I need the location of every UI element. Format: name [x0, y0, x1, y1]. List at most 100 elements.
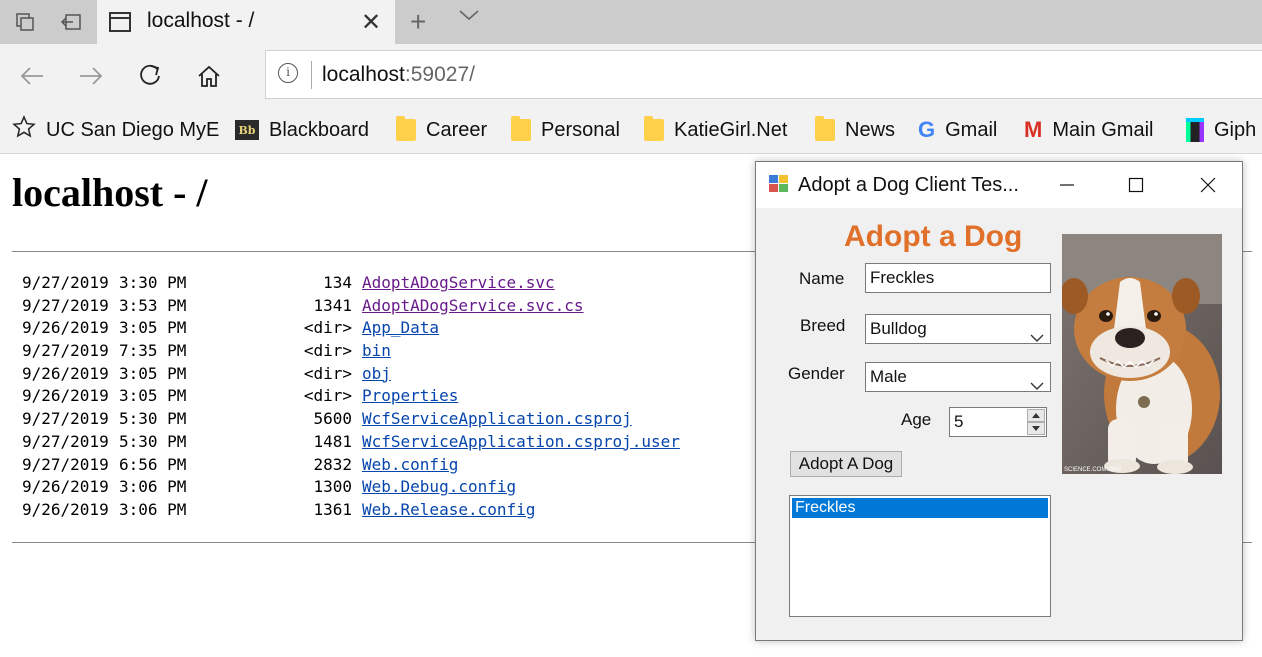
favorite-news[interactable]: News [815, 116, 895, 143]
navigation-toolbar: i localhost:59027/ [0, 44, 1262, 108]
minimize-icon[interactable] [1052, 170, 1082, 200]
list-item: 9/26/2019 3:06 PM 1300 Web.Debug.config [22, 477, 680, 500]
chevron-down-icon[interactable] [1030, 372, 1044, 391]
set-aside-tabs-icon[interactable] [55, 6, 87, 38]
photo-caption: SCIENCE.COM.ORG [1064, 467, 1122, 473]
favorite-career[interactable]: Career [396, 116, 487, 143]
favorite-main-gmail[interactable]: M Main Gmail [1024, 117, 1153, 143]
address-url[interactable]: localhost:59027/ [322, 63, 475, 87]
file-size: <dir> [303, 386, 352, 406]
age-spinner [1027, 409, 1045, 435]
file-size: 1361 [313, 499, 352, 519]
file-link[interactable]: bin [362, 341, 391, 360]
file-link[interactable]: App_Data [362, 318, 439, 337]
gender-dropdown[interactable]: Male [865, 362, 1051, 392]
file-size: 134 [323, 273, 352, 292]
file-date: 9/26/2019 [22, 499, 109, 519]
folder-icon [644, 116, 664, 141]
gmail-icon: M [1024, 117, 1043, 142]
file-time: 3:06 PM [119, 499, 187, 519]
new-tab-icon[interactable]: + [410, 6, 426, 38]
adopt-dog-window: Adopt a Dog Client Tes... Adopt a Dog Na… [755, 161, 1243, 641]
file-date: 9/27/2019 [22, 341, 109, 361]
file-size: <dir> [303, 363, 352, 383]
tab-localhost[interactable]: localhost - / ✕ [97, 0, 395, 44]
file-link[interactable]: AdoptADogService.svc.cs [362, 296, 584, 315]
file-date: 9/27/2019 [22, 454, 109, 474]
window-title-bar[interactable]: Adopt a Dog Client Tes... [756, 162, 1242, 208]
spin-down-icon[interactable] [1027, 422, 1045, 435]
file-time: 3:30 PM [119, 273, 187, 292]
file-date: 9/26/2019 [22, 477, 109, 497]
file-date: 9/26/2019 [22, 386, 109, 406]
file-link[interactable]: Web.config [362, 455, 458, 474]
file-link[interactable]: obj [362, 364, 391, 383]
list-item: 9/27/2019 6:56 PM 2832 Web.config [22, 455, 680, 478]
forward-icon[interactable] [73, 58, 109, 94]
list-item: 9/26/2019 3:05 PM <dir> obj [22, 364, 680, 387]
close-icon[interactable] [1193, 170, 1223, 200]
file-size: 1341 [313, 295, 352, 315]
favorite-blackboard[interactable]: Bb Blackboard [235, 117, 369, 143]
site-info-icon[interactable]: i [278, 63, 298, 83]
address-bar[interactable]: i localhost:59027/ [265, 50, 1262, 99]
breed-label: Breed [800, 316, 846, 335]
close-tab-icon[interactable]: ✕ [361, 8, 381, 37]
list-item[interactable]: Freckles [792, 498, 1048, 518]
list-item: 9/27/2019 5:30 PM 1481 WcfServiceApplicatio… [22, 432, 680, 455]
file-link[interactable]: Web.Debug.config [362, 477, 516, 496]
file-date: 9/26/2019 [22, 318, 109, 338]
file-date: 9/27/2019 [22, 431, 109, 451]
age-stepper[interactable]: 5 [949, 407, 1047, 437]
file-link[interactable]: WcfServiceApplication.csproj [362, 409, 632, 428]
address-divider [311, 61, 312, 89]
form-heading: Adopt a Dog [844, 220, 1023, 253]
home-icon[interactable] [191, 58, 227, 94]
file-link[interactable]: WcfServiceApplication.csproj.user [362, 432, 680, 451]
list-item: 9/26/2019 3:06 PM 1361 Web.Release.config [22, 500, 680, 523]
file-size: 1300 [313, 477, 352, 497]
favorite-uc-san-diego[interactable]: UC San Diego MyE [12, 115, 219, 145]
refresh-icon[interactable] [132, 58, 168, 94]
list-item: 9/27/2019 5:30 PM 5600 WcfServiceApplicatio… [22, 409, 680, 432]
file-time: 5:30 PM [119, 431, 187, 451]
file-link[interactable]: AdoptADogService.svc [362, 273, 555, 292]
file-time: 3:05 PM [119, 363, 187, 383]
file-time: 5:30 PM [119, 409, 187, 429]
google-icon: G [918, 117, 936, 142]
file-size: 1481 [313, 431, 352, 451]
favorite-gmail[interactable]: G Gmail [918, 117, 997, 143]
bulldog-photo: SCIENCE.COM.ORG [1062, 234, 1222, 474]
file-date: 9/27/2019 [22, 409, 109, 429]
file-time: 3:05 PM [119, 386, 187, 406]
spin-up-icon[interactable] [1027, 409, 1045, 422]
file-time: 6:56 PM [119, 454, 187, 474]
chevron-down-icon[interactable] [458, 8, 480, 27]
folder-icon [815, 116, 835, 141]
star-icon [12, 115, 36, 145]
giphy-icon [1186, 118, 1204, 142]
chevron-down-icon[interactable] [1030, 324, 1044, 343]
back-icon[interactable] [14, 58, 50, 94]
gender-selected: Male [870, 367, 907, 386]
favorite-katiegirl[interactable]: KatieGirl.Net [644, 116, 787, 143]
adopt-a-dog-button[interactable]: Adopt A Dog [790, 451, 902, 477]
file-date: 9/27/2019 [22, 273, 109, 292]
favorite-personal[interactable]: Personal [511, 116, 620, 143]
adopted-dogs-list[interactable]: Freckles [789, 495, 1051, 617]
breed-selected: Bulldog [870, 319, 927, 338]
tab-actions-icon[interactable] [9, 6, 41, 38]
file-size: 5600 [313, 409, 352, 429]
breed-dropdown[interactable]: Bulldog [865, 314, 1051, 344]
file-size: <dir> [303, 318, 352, 338]
favorite-giphy[interactable]: Giph [1186, 117, 1256, 143]
list-item: 9/26/2019 3:05 PM <dir> App_Data [22, 318, 680, 341]
file-time: 7:35 PM [119, 341, 187, 361]
name-field[interactable]: Freckles [865, 263, 1051, 293]
folder-icon [396, 116, 416, 141]
maximize-icon[interactable] [1121, 170, 1151, 200]
directory-listing: 9/27/2019 3:30 PM 134 AdoptADogService.svc 9… [22, 273, 680, 523]
file-link[interactable]: Properties [362, 386, 458, 405]
file-date: 9/26/2019 [22, 363, 109, 383]
file-link[interactable]: Web.Release.config [362, 500, 535, 519]
